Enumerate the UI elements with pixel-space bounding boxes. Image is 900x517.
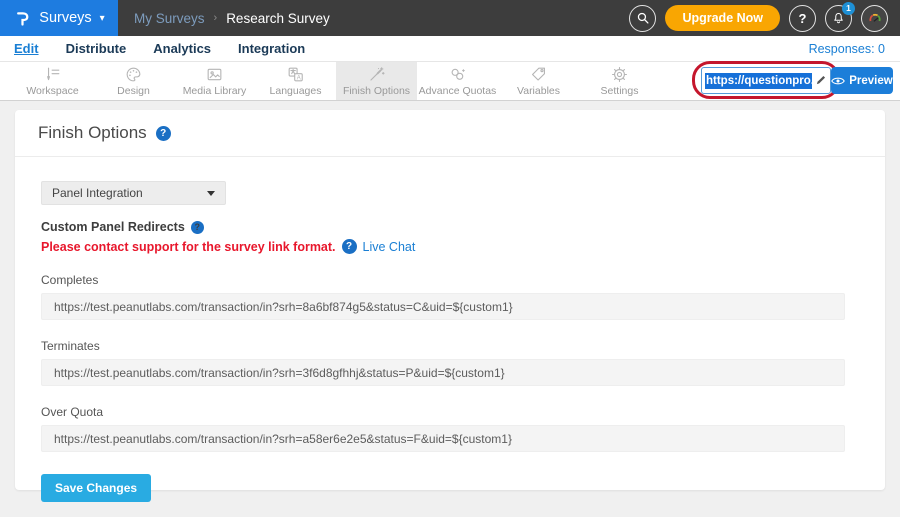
search-button[interactable]	[629, 5, 656, 32]
page-title: Finish Options	[38, 123, 147, 143]
card-body: Panel Integration Custom Panel Redirects…	[15, 157, 885, 502]
toolbar-label: Advance Quotas	[419, 85, 497, 97]
support-notice-row: Please contact support for the survey li…	[41, 239, 845, 254]
over-quota-url-field[interactable]: https://test.peanutlabs.com/transaction/…	[41, 425, 845, 452]
toolbar-item-workspace[interactable]: Workspace	[12, 62, 93, 100]
translate-icon: A	[286, 65, 305, 84]
breadcrumb: My Surveys › Research Survey	[134, 11, 330, 26]
redirects-help-icon[interactable]: ?	[191, 221, 204, 234]
card-header: Finish Options ?	[15, 110, 885, 157]
dropdown-value: Panel Integration	[52, 186, 143, 200]
breadcrumb-current: Research Survey	[226, 11, 330, 26]
finish-options-card: Finish Options ? Panel Integration Custo…	[15, 110, 885, 490]
over-quota-label: Over Quota	[41, 405, 845, 419]
help-icon: ?	[799, 11, 807, 26]
toolbar-label: Settings	[601, 85, 639, 97]
breadcrumb-my-surveys[interactable]: My Surveys	[134, 11, 205, 26]
tag-icon	[529, 65, 548, 84]
nav-tab-analytics[interactable]: Analytics	[153, 41, 211, 56]
svg-text:A: A	[297, 75, 301, 81]
nav-tab-edit[interactable]: Edit	[14, 41, 39, 56]
surveys-product-menu[interactable]: Surveys ▾	[0, 0, 118, 36]
nav-tab-integration[interactable]: Integration	[238, 41, 305, 56]
completes-label: Completes	[41, 273, 845, 287]
account-avatar[interactable]	[861, 5, 888, 32]
support-notice-text: Please contact support for the survey li…	[41, 240, 336, 254]
toolbar-label: Finish Options	[343, 85, 410, 97]
toolbar-label: Workspace	[26, 85, 78, 97]
upgrade-now-button[interactable]: Upgrade Now	[665, 5, 780, 31]
product-label: Surveys	[39, 10, 91, 26]
survey-url-input[interactable]: https://questionpro.com/t/A	[701, 67, 831, 94]
header-actions: Upgrade Now ? 1	[629, 5, 900, 32]
survey-url-selected-text: https://questionpro.com/t/A	[705, 73, 812, 89]
notifications-button[interactable]: 1	[825, 5, 852, 32]
gear-icon	[610, 65, 629, 84]
help-button[interactable]: ?	[789, 5, 816, 32]
avatar-gauge-icon	[866, 9, 884, 27]
live-chat-link[interactable]: Live Chat	[363, 240, 416, 254]
toolbar-item-design[interactable]: Design	[93, 62, 174, 100]
save-changes-button[interactable]: Save Changes	[41, 474, 151, 502]
survey-nav: Edit Distribute Analytics Integration Re…	[0, 36, 900, 62]
workspace-icon	[43, 65, 62, 84]
custom-panel-redirects-heading: Custom Panel Redirects ?	[41, 220, 845, 234]
wand-icon	[367, 65, 386, 84]
toolbar-item-languages[interactable]: A Languages	[255, 62, 336, 100]
chevron-down-icon	[207, 191, 215, 196]
custom-panel-redirects-label: Custom Panel Redirects	[41, 220, 185, 234]
toolbar-item-settings[interactable]: Settings	[579, 62, 660, 100]
toolbar-label: Variables	[517, 85, 560, 97]
search-icon	[636, 11, 650, 25]
chevron-down-icon: ▾	[100, 13, 105, 24]
image-icon	[205, 65, 224, 84]
toolbar-label: Media Library	[183, 85, 247, 97]
chain-links-icon	[448, 65, 467, 84]
palette-icon	[124, 65, 143, 84]
toolbar-label: Design	[117, 85, 150, 97]
toolbar-item-variables[interactable]: Variables	[498, 62, 579, 100]
notification-badge: 1	[842, 2, 855, 15]
preview-label: Preview	[849, 75, 892, 87]
preview-button[interactable]: Preview	[831, 67, 893, 94]
toolbar-item-advance-quotas[interactable]: Advance Quotas	[417, 62, 498, 100]
toolbar-item-finish-options[interactable]: Finish Options	[336, 62, 417, 100]
title-help-icon[interactable]: ?	[156, 126, 171, 141]
terminates-url-field[interactable]: https://test.peanutlabs.com/transaction/…	[41, 359, 845, 386]
panel-integration-dropdown[interactable]: Panel Integration	[41, 181, 226, 205]
toolbar-label: Languages	[270, 85, 322, 97]
eye-icon	[831, 76, 845, 86]
edit-pencil-icon[interactable]	[814, 74, 827, 87]
toolbar-item-media-library[interactable]: Media Library	[174, 62, 255, 100]
completes-url-field[interactable]: https://test.peanutlabs.com/transaction/…	[41, 293, 845, 320]
finish-options-page: Surveys ▾ My Surveys › Research Survey U…	[0, 0, 900, 517]
nav-tab-distribute[interactable]: Distribute	[66, 41, 127, 56]
questionpro-logo-icon	[13, 9, 32, 28]
terminates-label: Terminates	[41, 339, 845, 353]
live-chat-help-icon[interactable]: ?	[342, 239, 357, 254]
top-header: Surveys ▾ My Surveys › Research Survey U…	[0, 0, 900, 36]
breadcrumb-separator: ›	[214, 12, 218, 24]
responses-count[interactable]: Responses: 0	[809, 42, 885, 56]
